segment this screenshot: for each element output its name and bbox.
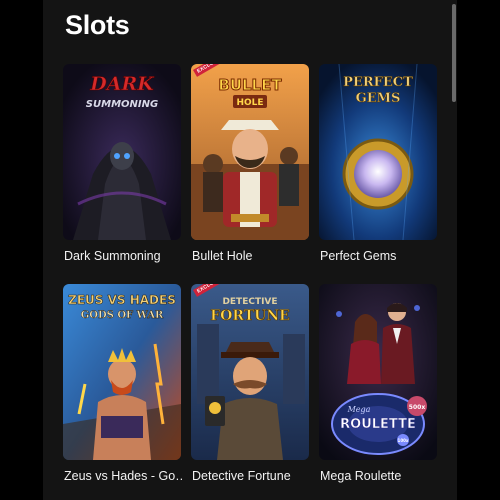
game-title[interactable]: Detective Fortune	[192, 469, 312, 483]
game-thumbnail[interactable]: DETECTIVE FORTUNE EXCLUSIVE	[191, 284, 309, 460]
svg-text:HOLE: HOLE	[236, 98, 263, 108]
game-card-bullet-hole[interactable]: BULLET HOLE EXCLUSIVE Bullet Hole	[191, 64, 309, 263]
app-frame: Slots DARK SUMMONING Dark Summoning BULL…	[43, 0, 457, 500]
game-thumbnail[interactable]: BULLET HOLE EXCLUSIVE	[191, 64, 309, 240]
perfect-gems-artwork: PERFECT GEMS	[319, 64, 437, 240]
svg-text:BULLET: BULLET	[218, 76, 282, 94]
scrollbar[interactable]	[452, 4, 456, 102]
svg-text:DETECTIVE: DETECTIVE	[222, 297, 277, 307]
svg-text:DARK: DARK	[89, 73, 155, 95]
game-card-mega-roulette[interactable]: 500x 100x Mega ROULETTE Mega Roulette	[319, 284, 437, 483]
game-card-dark-summoning[interactable]: DARK SUMMONING Dark Summoning	[63, 64, 181, 263]
game-thumbnail[interactable]: ZEUS VS HADES GODS OF WAR	[63, 284, 181, 460]
detective-fortune-artwork: DETECTIVE FORTUNE	[191, 284, 309, 460]
game-thumbnail[interactable]: DARK SUMMONING	[63, 64, 181, 240]
mega-roulette-artwork: 500x 100x Mega ROULETTE	[319, 284, 437, 460]
svg-text:ZEUS VS HADES: ZEUS VS HADES	[68, 293, 176, 307]
svg-text:PERFECT: PERFECT	[343, 75, 413, 90]
section-title: Slots	[65, 10, 130, 40]
bullet-hole-artwork: BULLET HOLE	[191, 64, 309, 240]
game-title[interactable]: Zeus vs Hades - Go…	[64, 469, 184, 483]
svg-text:GODS OF WAR: GODS OF WAR	[81, 310, 164, 321]
svg-text:Mega: Mega	[347, 405, 371, 414]
game-title[interactable]: Perfect Gems	[320, 249, 440, 263]
svg-text:ROULETTE: ROULETTE	[340, 417, 416, 432]
game-thumbnail[interactable]: 500x 100x Mega ROULETTE	[319, 284, 437, 460]
game-card-detective-fortune[interactable]: DETECTIVE FORTUNE EXCLUSIVE Detective Fo…	[191, 284, 309, 483]
svg-text:100x: 100x	[398, 438, 409, 443]
svg-text:GEMS: GEMS	[356, 91, 401, 106]
svg-text:500x: 500x	[409, 404, 426, 411]
game-card-zeus-vs-hades[interactable]: ZEUS VS HADES GODS OF WAR Zeus vs Hades …	[63, 284, 184, 483]
game-title[interactable]: Dark Summoning	[64, 249, 184, 263]
zeus-vs-hades-artwork: ZEUS VS HADES GODS OF WAR	[63, 284, 181, 460]
game-thumbnail[interactable]: PERFECT GEMS	[319, 64, 437, 240]
game-title[interactable]: Bullet Hole	[192, 249, 312, 263]
game-card-perfect-gems[interactable]: PERFECT GEMS Perfect Gems	[319, 64, 437, 263]
svg-text:FORTUNE: FORTUNE	[210, 308, 290, 324]
svg-text:SUMMONING: SUMMONING	[86, 99, 158, 110]
dark-summoning-artwork: DARK SUMMONING	[63, 64, 181, 240]
game-title[interactable]: Mega Roulette	[320, 469, 440, 483]
